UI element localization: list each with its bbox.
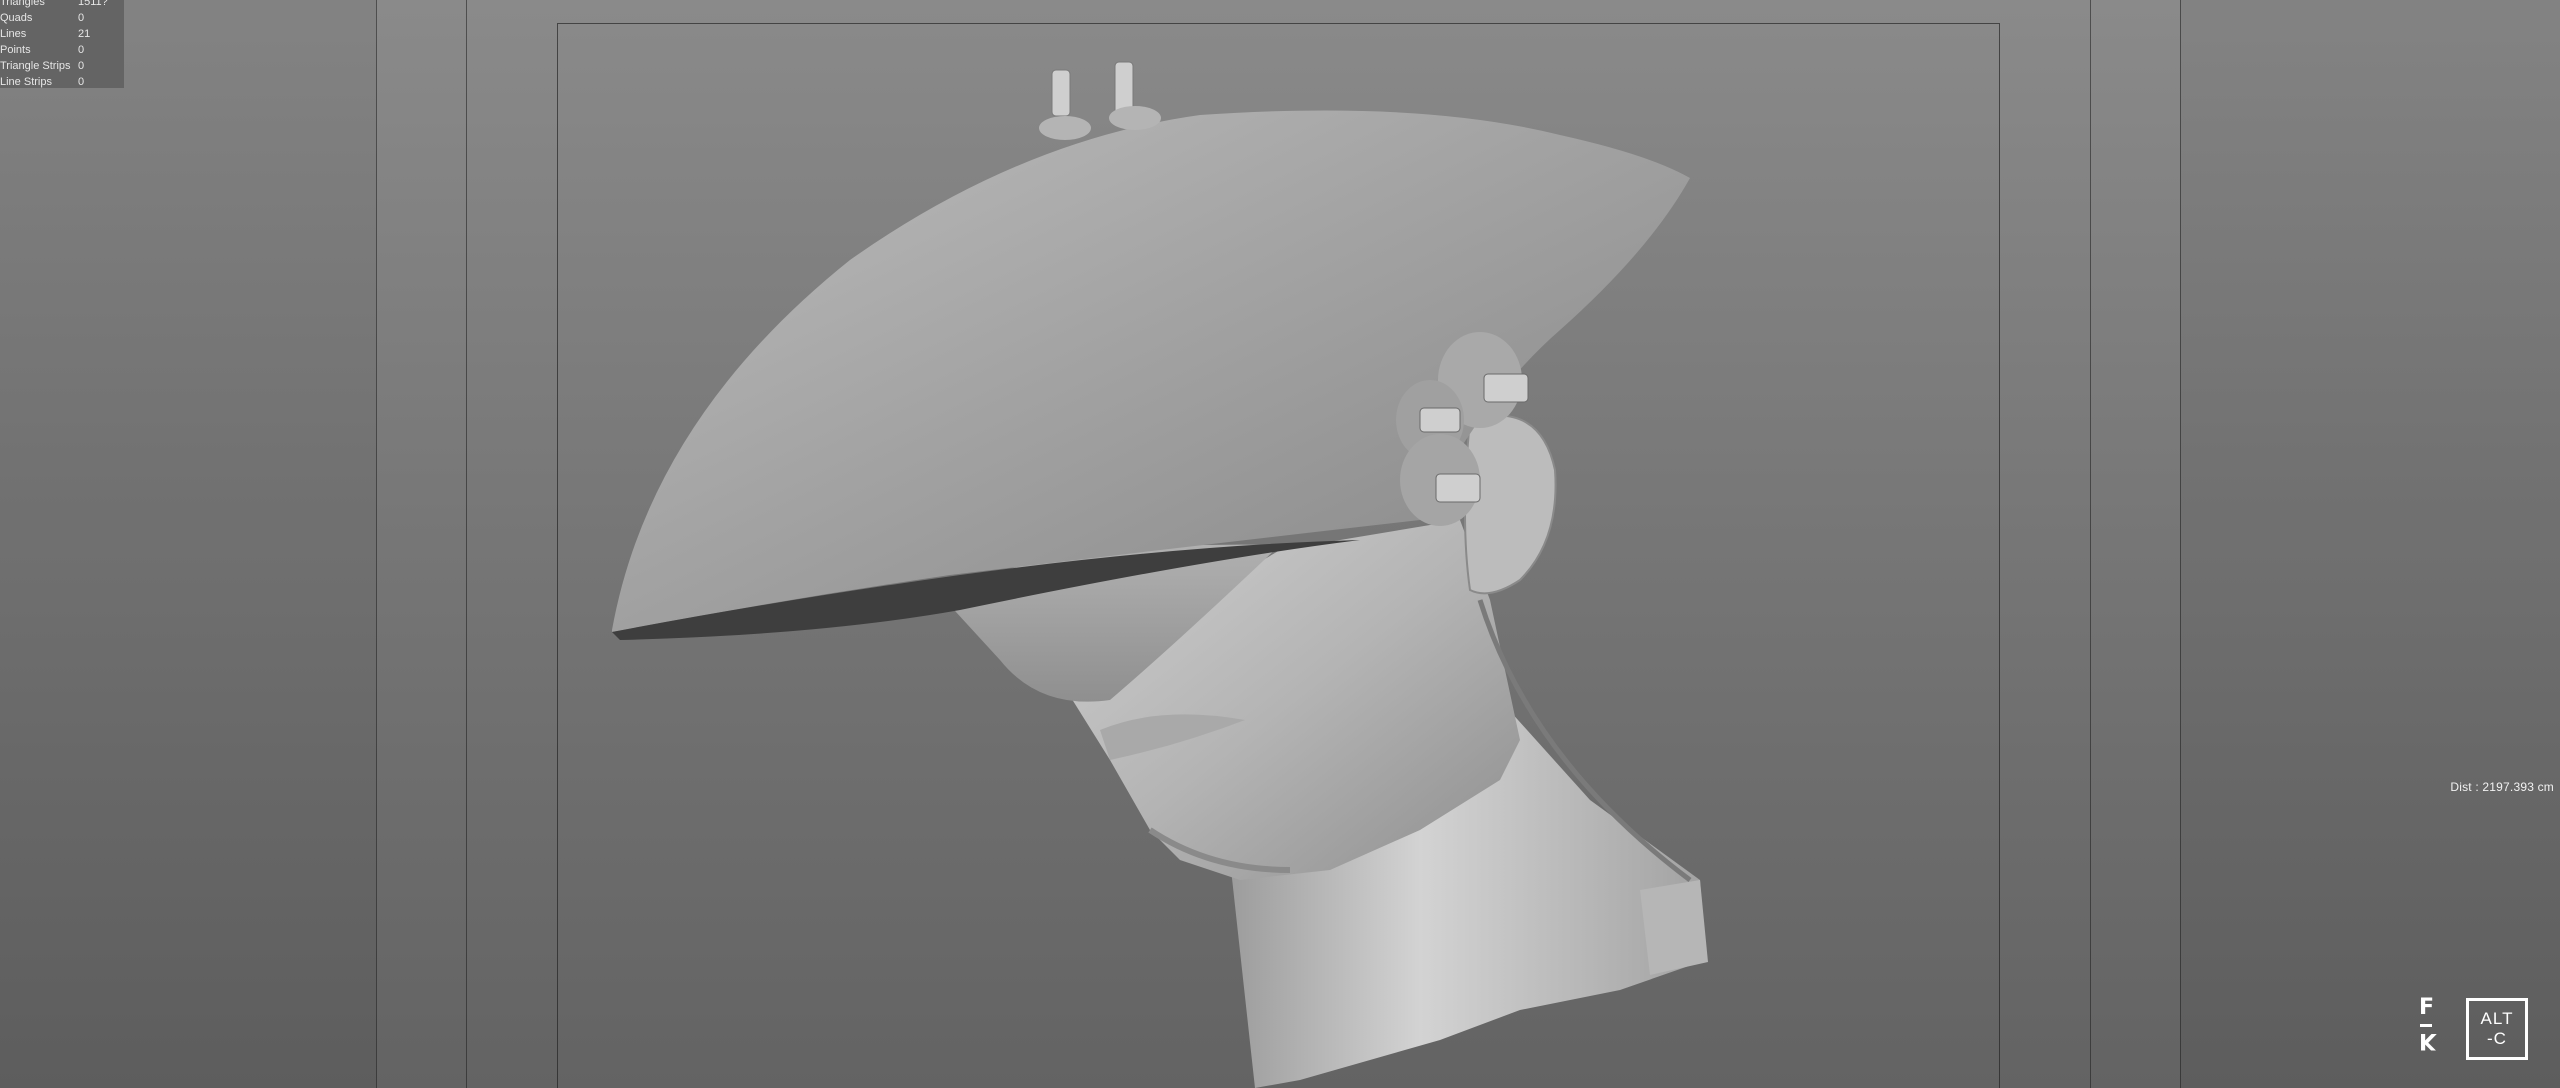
stats-row: Quads 0 <box>0 12 85 24</box>
3d-model-render[interactable] <box>0 0 2560 1088</box>
fk-logo-letter-top: F <box>2419 995 2435 1020</box>
camera-distance-readout: Dist : 2197.393 cm <box>2450 780 2554 794</box>
ear-shape <box>1464 414 1557 595</box>
render-stats-panel: Triangles 1511? Quads 0 Lines 21 Points 0 Tr… <box>0 0 124 88</box>
alt-c-logo-line2: -C <box>2487 1029 2507 1048</box>
fk-logo-letter-bottom: K <box>2419 1028 2437 1053</box>
alt-c-logo: ALT -C <box>2466 998 2528 1060</box>
fk-logo: F K <box>2414 996 2440 1060</box>
shoulder-shape <box>1640 880 1708 975</box>
fk-logo-bar <box>2420 1024 2432 1027</box>
stats-row: Points 0 <box>0 44 85 56</box>
top-connectors <box>1039 61 1161 140</box>
alt-c-logo-line1: ALT <box>2480 1009 2514 1028</box>
stats-row: Line Strips 0 <box>0 76 85 88</box>
stats-row: Lines 21 <box>0 28 91 40</box>
stats-row: Triangles 1511? <box>0 0 108 8</box>
3d-viewport[interactable]: Triangles 1511? Quads 0 Lines 21 Points 0 Tr… <box>0 0 2560 1088</box>
stats-row: Triangle Strips 0 <box>0 60 85 72</box>
